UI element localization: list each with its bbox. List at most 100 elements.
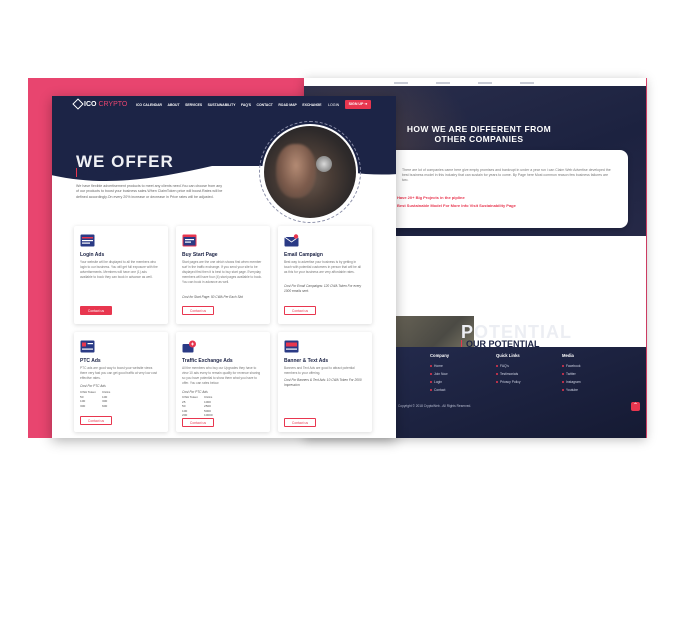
card-text: Best way to advertise your business is b… [284, 260, 361, 274]
footer-media-col: Media Facebook Twitter Instagram Youtube [562, 353, 581, 394]
difference-card [366, 150, 628, 228]
footer-link-label: FAQ's [500, 364, 509, 368]
card-text: All the members who buy our Upgrades the… [182, 366, 261, 385]
card-cost-note: Cost For Banners & Text Ads: 10 CWA Toke… [284, 378, 362, 387]
card-title: Traffic Exchange Ads [182, 358, 233, 364]
footer-link-label: Join Now [434, 372, 448, 376]
hero-title-line-1: HOW WE ARE DIFFERENT FROM [406, 124, 552, 134]
bitcoin-icon [316, 156, 332, 172]
menu-road-map[interactable]: ROAD MAP [278, 103, 296, 107]
card-banner-text-ads: Banner & Text Ads Banners and Text Ads a… [278, 332, 372, 432]
hero-title-line-2: OTHER COMPANIES [434, 134, 524, 144]
card-text: Your website will be displayed to all th… [80, 260, 158, 279]
pipeline-link[interactable]: Have 20+ Big Projects in the pipline [397, 195, 465, 200]
signup-button[interactable]: SIGN UP ➔ [345, 100, 371, 109]
menu-ico-calendar[interactable]: ICO CALENDAR [136, 103, 162, 107]
logo-text-ico: ICO [84, 100, 97, 108]
card-login-ads: Login Ads Your website will be displayed… [74, 226, 168, 324]
banner-ads-icon [284, 340, 299, 353]
card-text: Banners and Text Ads are good to attract… [284, 366, 355, 375]
footer-link-facebook[interactable]: Facebook [562, 362, 581, 370]
footer-company-heading: Company [430, 353, 450, 358]
footer-link-join[interactable]: Join Now [430, 370, 449, 378]
logo-icon [72, 98, 84, 110]
contact-us-button[interactable]: Contact us [182, 306, 214, 315]
card-traffic-exchange: Traffic Exchange Ads All the members who… [176, 332, 270, 432]
menu-contact[interactable]: CONTACT [257, 103, 273, 107]
menu-services[interactable]: SERVICES [185, 103, 202, 107]
footer-link-home[interactable]: Home [430, 362, 449, 370]
card-cost-note: Cost For PTC Ads [80, 384, 106, 388]
card-title: Banner & Text Ads [284, 358, 329, 364]
hero-avatar [259, 121, 361, 223]
bullet-icon [496, 365, 498, 367]
menu-exchange[interactable]: EXCHANGE [302, 103, 321, 107]
footer-link-faq[interactable]: FAQ's [496, 362, 521, 370]
front-page: ICO CRYPTO ICO CALENDAR ABOUT SERVICES SU… [52, 96, 396, 438]
table-row: 300 600 [80, 404, 110, 409]
card-email-campaign: Email Campaign Best way to advertise you… [278, 226, 372, 324]
card-title: PTC Ads [80, 358, 101, 364]
card-buy-start-page: Buy Start Page Start pages are the one w… [176, 226, 270, 324]
footer-link-testimonials[interactable]: Testimonials [496, 370, 521, 378]
logo[interactable]: ICO CRYPTO [72, 98, 128, 110]
ptc-rate-table: CWA Token Clicks 50 100 100 300 300 600 [80, 390, 110, 408]
bullet-icon [430, 389, 432, 391]
footer-link-youtube[interactable]: Youtube [562, 386, 581, 394]
card-ptc-ads: PTC Ads PTC ads are good way to boost yo… [74, 332, 168, 432]
footer-link-label: Youtube [566, 388, 578, 392]
footer-link-label: Instagram [566, 380, 581, 384]
bullet-icon [430, 365, 432, 367]
cell: 300 [80, 403, 86, 408]
bullet-icon [496, 381, 498, 383]
footer-media-heading: Media [562, 353, 574, 358]
twitter-icon [562, 373, 564, 375]
footer-link-label: Facebook [566, 364, 581, 368]
menu-about[interactable]: ABOUT [168, 103, 180, 107]
logo-text-crypto: CRYPTO [98, 100, 128, 108]
services-title: SERVICES [76, 168, 121, 177]
bullet-icon [430, 373, 432, 375]
login-link[interactable]: LOGIN [328, 103, 339, 107]
traffic-rate-table: CWA Token Clicks 25 1000 50 2500 100 5000 20… [182, 395, 213, 418]
sustainability-link[interactable]: Best Sustainable Model For More Info Vis… [397, 203, 516, 208]
card-title: Buy Start Page [182, 252, 218, 258]
footer-link-twitter[interactable]: Twitter [562, 370, 581, 378]
login-ads-icon [80, 234, 95, 247]
main-menu: ICO CALENDAR ABOUT SERVICES SUSTAINABILI… [136, 103, 322, 107]
person-face [276, 144, 316, 198]
card-title: Login Ads [80, 252, 105, 258]
footer-link-instagram[interactable]: Instagram [562, 378, 581, 386]
footer-link-login[interactable]: Login [430, 378, 449, 386]
contact-us-button[interactable]: Contact us [80, 416, 112, 425]
footer-link-contact[interactable]: Contact [430, 386, 449, 394]
scroll-top-button[interactable]: ⌃ [631, 402, 640, 411]
bullet-icon [496, 373, 498, 375]
card-cost-note: Cost for Start Page: 50 CWA Per Each Slo… [182, 295, 243, 299]
footer-link-label: Twitter [566, 372, 576, 376]
footer-quick-col: Quick Links FAQ's Testimonials Privacy P… [496, 353, 521, 386]
traffic-exchange-icon [182, 340, 196, 353]
contact-us-button[interactable]: Contact us [182, 418, 214, 427]
footer-copyright: Copyright © 2018 CryptoWeb - All Rights … [398, 404, 472, 408]
back-hero-title: HOW WE ARE DIFFERENT FROM OTHER COMPANIE… [364, 124, 594, 144]
contact-us-button[interactable]: Contact us [284, 306, 316, 315]
browser-icon [182, 234, 197, 247]
footer-link-label: Testimonials [500, 372, 519, 376]
footer-company-col: Company Home Join Now Login Contact [430, 353, 449, 394]
facebook-icon [562, 365, 564, 367]
contact-us-button[interactable]: Contact us [80, 306, 112, 315]
mockup-stage: HOW WE ARE DIFFERENT FROM OTHER COMPANIE… [0, 0, 700, 632]
card-text: Start pages are the one which shows firs… [182, 260, 262, 284]
services-intro: We have flexible advertisement products … [76, 184, 223, 199]
footer-link-label: Contact [434, 388, 446, 392]
footer-link-privacy[interactable]: Privacy Policy [496, 378, 521, 386]
youtube-icon [562, 389, 564, 391]
menu-sustainability[interactable]: SUSTAINABILITY [208, 103, 236, 107]
menu-faqs[interactable]: FAQ'S [241, 103, 251, 107]
instagram-icon [562, 381, 564, 383]
footer-link-label: Privacy Policy [500, 380, 521, 384]
card-title: Email Campaign [284, 252, 323, 258]
contact-us-button[interactable]: Contact us [284, 418, 316, 427]
back-footer: Company Home Join Now Login Contact Quic… [384, 347, 646, 438]
